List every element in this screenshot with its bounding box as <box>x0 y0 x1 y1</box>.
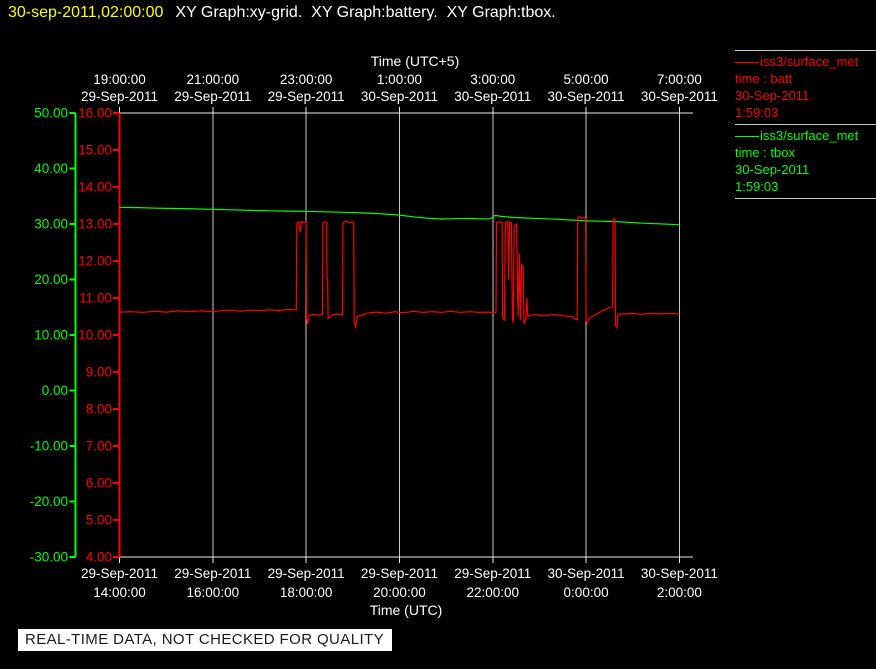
bottom-axis-title: Time (UTC) <box>370 602 443 618</box>
legend-date: 30-Sep-2011 <box>735 88 810 103</box>
top-tick-time-label: 1:00:00 <box>377 72 422 87</box>
bottom-tick-time-label: 22:00:00 <box>466 585 519 600</box>
top-axis-title: Time (UTC+5) <box>371 53 460 69</box>
batt-line-swatch <box>735 62 759 64</box>
inner-y-tick-label: 15.00 <box>78 143 112 158</box>
legend-series-name: iss3/surface_met <box>735 53 876 70</box>
bottom-tick-date-label: 29-Sep-2011 <box>268 566 345 581</box>
legend-entry-tbox: iss3/surface_met time : tbox 30-Sep-2011… <box>735 125 876 198</box>
legend-series-label: iss3/surface_met <box>760 128 859 143</box>
outer-y-tick-label: 40.00 <box>34 161 68 176</box>
bottom-tick-date-label: 29-Sep-2011 <box>454 566 531 581</box>
inner-y-tick-label: 4.00 <box>86 550 112 565</box>
inner-y-tick-label: 10.00 <box>78 328 112 343</box>
top-tick-date-label: 30-Sep-2011 <box>454 89 531 104</box>
inner-y-tick-label: 6.00 <box>86 476 112 491</box>
outer-y-tick-label: 20.00 <box>34 272 68 287</box>
top-tick-time-label: 7:00:00 <box>657 72 702 87</box>
inner-y-tick-label: 7.00 <box>86 439 112 454</box>
legend-series-name: iss3/surface_met <box>735 127 876 144</box>
inner-y-tick-label: 16.00 <box>78 106 112 121</box>
top-tick-date-label: 30-Sep-2011 <box>361 89 438 104</box>
inner-y-tick-label: 5.00 <box>86 513 112 528</box>
inner-y-tick-label: 12.00 <box>78 254 112 269</box>
bottom-tick-time-label: 14:00:00 <box>93 585 146 600</box>
bottom-tick-date-label: 30-Sep-2011 <box>641 566 718 581</box>
outer-y-tick-label: 30.00 <box>34 217 68 232</box>
legend-entry-batt: iss3/surface_met time : batt 30-Sep-2011… <box>735 51 876 124</box>
top-tick-time-label: 21:00:00 <box>187 72 240 87</box>
inner-y-tick-label: 13.00 <box>78 217 112 232</box>
bottom-tick-date-label: 29-Sep-2011 <box>81 566 158 581</box>
legend-field: time : tbox <box>735 145 795 160</box>
top-tick-date-label: 29-Sep-2011 <box>174 89 251 104</box>
top-tick-time-label: 5:00:00 <box>564 72 609 87</box>
quality-banner: REAL-TIME DATA, NOT CHECKED FOR QUALITY <box>18 629 392 651</box>
legend-time: 1:59:03 <box>735 179 779 194</box>
bottom-tick-time-label: 16:00:00 <box>187 585 240 600</box>
bottom-tick-date-label: 29-Sep-2011 <box>174 566 251 581</box>
top-tick-time-label: 3:00:00 <box>470 72 515 87</box>
top-tick-time-label: 23:00:00 <box>280 72 333 87</box>
inner-y-tick-label: 9.00 <box>86 365 112 380</box>
top-tick-date-label: 30-Sep-2011 <box>641 89 718 104</box>
tbox-line-swatch <box>735 136 759 138</box>
legend: iss3/surface_met time : batt 30-Sep-2011… <box>735 50 876 199</box>
outer-y-tick-label: -30.00 <box>30 550 68 565</box>
legend-field: time : batt <box>735 71 793 86</box>
top-tick-date-label: 29-Sep-2011 <box>81 89 158 104</box>
bottom-tick-time-label: 20:00:00 <box>373 585 426 600</box>
legend-series-label: iss3/surface_met <box>760 54 859 69</box>
top-tick-date-label: 29-Sep-2011 <box>268 89 345 104</box>
inner-y-tick-label: 14.00 <box>78 180 112 195</box>
legend-time: 1:59:03 <box>735 105 779 120</box>
top-tick-time-label: 19:00:00 <box>93 72 146 87</box>
inner-y-tick-label: 8.00 <box>86 402 112 417</box>
inner-y-tick-label: 11.00 <box>79 291 112 306</box>
outer-y-tick-label: -10.00 <box>30 439 68 454</box>
legend-date: 30-Sep-2011 <box>735 162 810 177</box>
xy-graph-window: 30-sep-2011,02:00:00 XY Graph:xy-grid. XY… <box>0 0 876 669</box>
top-tick-date-label: 30-Sep-2011 <box>548 89 625 104</box>
outer-y-tick-label: 0.00 <box>42 383 68 398</box>
bottom-tick-time-label: 0:00:00 <box>564 585 609 600</box>
bottom-tick-time-label: 2:00:00 <box>657 585 702 600</box>
outer-y-tick-label: 10.00 <box>34 328 68 343</box>
bottom-tick-date-label: 30-Sep-2011 <box>548 566 625 581</box>
outer-y-tick-label: -20.00 <box>30 494 68 509</box>
legend-separator <box>735 198 876 199</box>
bottom-tick-time-label: 18:00:00 <box>280 585 333 600</box>
outer-y-tick-label: 50.00 <box>34 106 68 121</box>
bottom-tick-date-label: 29-Sep-2011 <box>361 566 438 581</box>
